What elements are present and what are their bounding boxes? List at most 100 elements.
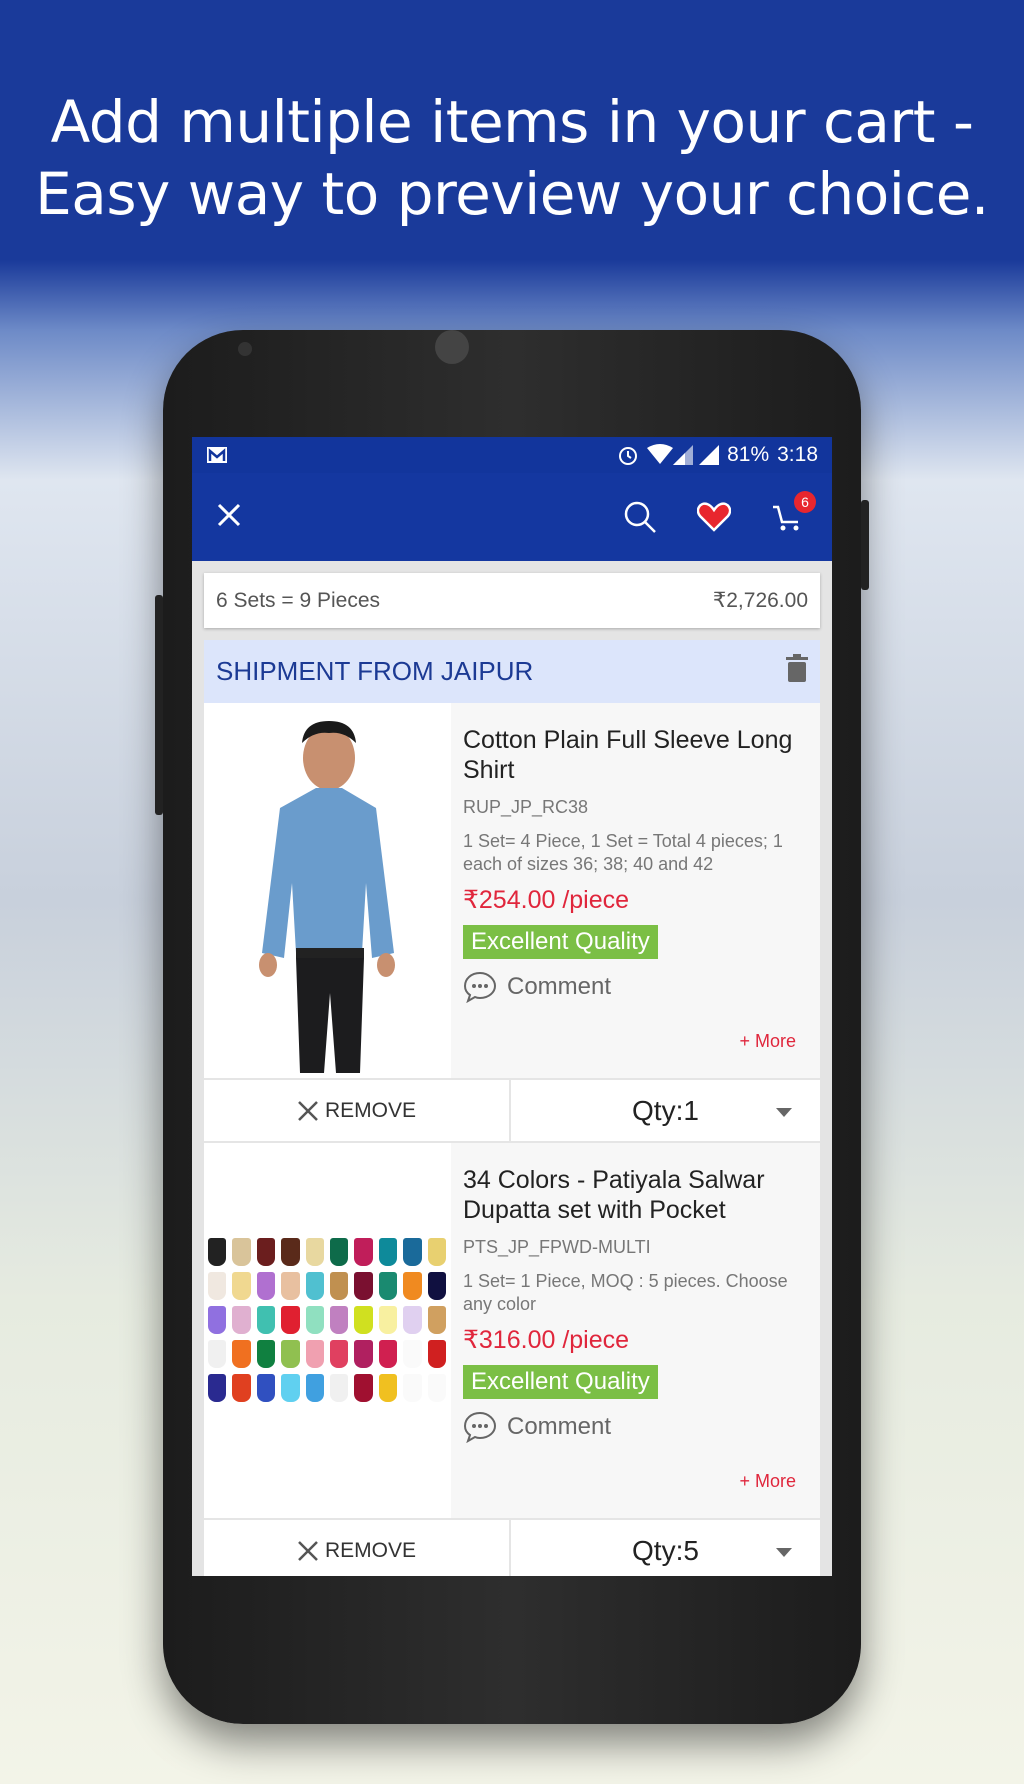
chevron-down-icon (776, 1548, 792, 1557)
quality-badge: Excellent Quality (463, 1365, 658, 1399)
wishlist-button[interactable] (694, 497, 734, 537)
remove-button[interactable]: REMOVE (204, 1080, 511, 1141)
comment-icon (463, 1411, 497, 1443)
salwar-swatch (208, 1306, 227, 1334)
salwar-swatch (232, 1306, 251, 1334)
salwar-swatch (232, 1340, 251, 1368)
close-icon (217, 503, 241, 527)
salwar-swatch (427, 1238, 446, 1266)
salwar-swatch (256, 1238, 276, 1266)
comment-button[interactable]: Comment (463, 971, 808, 1003)
salwar-swatch (403, 1374, 422, 1402)
salwar-swatch (305, 1374, 324, 1402)
comment-button[interactable]: Comment (463, 1411, 808, 1443)
salwar-swatch (208, 1272, 227, 1300)
product-title[interactable]: 34 Colors - Patiyala Salwar Dupatta set … (463, 1165, 808, 1225)
salwar-swatch (354, 1238, 373, 1266)
remove-button[interactable]: REMOVE (204, 1520, 511, 1576)
power-button (861, 500, 869, 590)
salwar-swatch (232, 1272, 251, 1300)
salwar-colors-image (208, 1238, 446, 1402)
search-button[interactable] (620, 497, 660, 537)
chevron-down-icon (776, 1108, 792, 1117)
shipment-title: SHIPMENT FROM JAIPUR (216, 656, 534, 686)
item-actions: REMOVE Qty:1 (204, 1078, 820, 1143)
salwar-swatch (281, 1238, 300, 1266)
salwar-swatch (403, 1340, 422, 1368)
side-button (155, 595, 163, 815)
salwar-swatch (378, 1272, 398, 1300)
salwar-swatch (256, 1306, 276, 1334)
product-code: PTS_JP_FPWD-MULTI (463, 1237, 651, 1257)
salwar-swatch (329, 1340, 349, 1368)
salwar-swatch (354, 1340, 373, 1368)
item-actions: REMOVE Qty:5 (204, 1518, 820, 1576)
salwar-swatch (329, 1306, 349, 1334)
cart-count-badge: 6 (794, 491, 816, 513)
cart-item: Cotton Plain Full Sleeve Long Shirt RUP_… (204, 703, 820, 1078)
salwar-swatch (403, 1238, 422, 1266)
close-icon (298, 1540, 318, 1561)
quality-badge: Excellent Quality (463, 925, 658, 959)
salwar-swatch (329, 1374, 349, 1402)
salwar-swatch (305, 1306, 324, 1334)
product-code: RUP_JP_RC38 (463, 797, 589, 817)
gmail-icon (207, 447, 227, 463)
salwar-swatch (281, 1306, 300, 1334)
salwar-swatch (329, 1238, 349, 1266)
salwar-swatch (232, 1238, 251, 1266)
salwar-swatch (256, 1340, 276, 1368)
front-camera (238, 342, 252, 356)
battery-level: 81% (727, 443, 770, 466)
close-button[interactable] (216, 502, 246, 532)
salwar-swatch (354, 1374, 373, 1402)
cart-total: ₹2,726.00 (712, 589, 808, 612)
product-info: Cotton Plain Full Sleeve Long Shirt RUP_… (451, 703, 820, 1078)
salwar-swatch (329, 1272, 349, 1300)
app-screen: 81% 3:18 6 6 Sets = 9 Pieces ₹2,726.00 S… (192, 437, 832, 1576)
salwar-swatch (208, 1340, 227, 1368)
speaker (435, 330, 469, 364)
salwar-swatch (378, 1238, 398, 1266)
shipment-header: SHIPMENT FROM JAIPUR (204, 640, 820, 703)
salwar-swatch (305, 1272, 324, 1300)
salwar-swatch (232, 1374, 251, 1402)
salwar-swatch (281, 1374, 300, 1402)
product-image[interactable] (204, 703, 451, 1078)
product-title[interactable]: Cotton Plain Full Sleeve Long Shirt (463, 725, 808, 785)
status-bar: 81% 3:18 (192, 437, 832, 473)
salwar-swatch (427, 1272, 446, 1300)
salwar-swatch (403, 1306, 422, 1334)
close-icon (298, 1100, 318, 1121)
clock: 3:18 (777, 443, 818, 466)
salwar-swatch (305, 1238, 324, 1266)
salwar-swatch (208, 1238, 227, 1266)
quantity-dropdown[interactable]: Qty:5 (511, 1520, 820, 1576)
cart-summary: 6 Sets = 9 Pieces ₹2,726.00 (204, 573, 820, 628)
salwar-swatch (256, 1272, 276, 1300)
delete-shipment-button[interactable] (786, 654, 808, 689)
product-image[interactable] (204, 1143, 451, 1518)
toolbar: 6 (192, 473, 832, 561)
salwar-swatch (378, 1306, 398, 1334)
search-icon (624, 501, 656, 533)
cart-button[interactable]: 6 (768, 491, 816, 537)
quantity-dropdown[interactable]: Qty:1 (511, 1080, 820, 1141)
salwar-swatch (281, 1272, 300, 1300)
cart-item: 34 Colors - Patiyala Salwar Dupatta set … (204, 1143, 820, 1518)
salwar-swatch (427, 1340, 446, 1368)
comment-icon (463, 971, 497, 1003)
signal-icon (673, 445, 694, 465)
salwar-swatch (208, 1374, 227, 1402)
wifi-icon (647, 444, 674, 464)
product-price: ₹254.00 /piece (463, 886, 630, 914)
salwar-swatch (427, 1374, 446, 1402)
more-link[interactable]: + More (739, 1031, 796, 1052)
heart-icon (697, 502, 731, 532)
product-description: 1 Set= 4 Piece, 1 Set = Total 4 pieces; … (463, 831, 783, 874)
product-description: 1 Set= 1 Piece, MOQ : 5 pieces. Choose a… (463, 1271, 788, 1314)
signal-icon (699, 445, 720, 465)
salwar-swatch (256, 1374, 276, 1402)
more-link[interactable]: + More (739, 1471, 796, 1492)
salwar-swatch (305, 1340, 324, 1368)
